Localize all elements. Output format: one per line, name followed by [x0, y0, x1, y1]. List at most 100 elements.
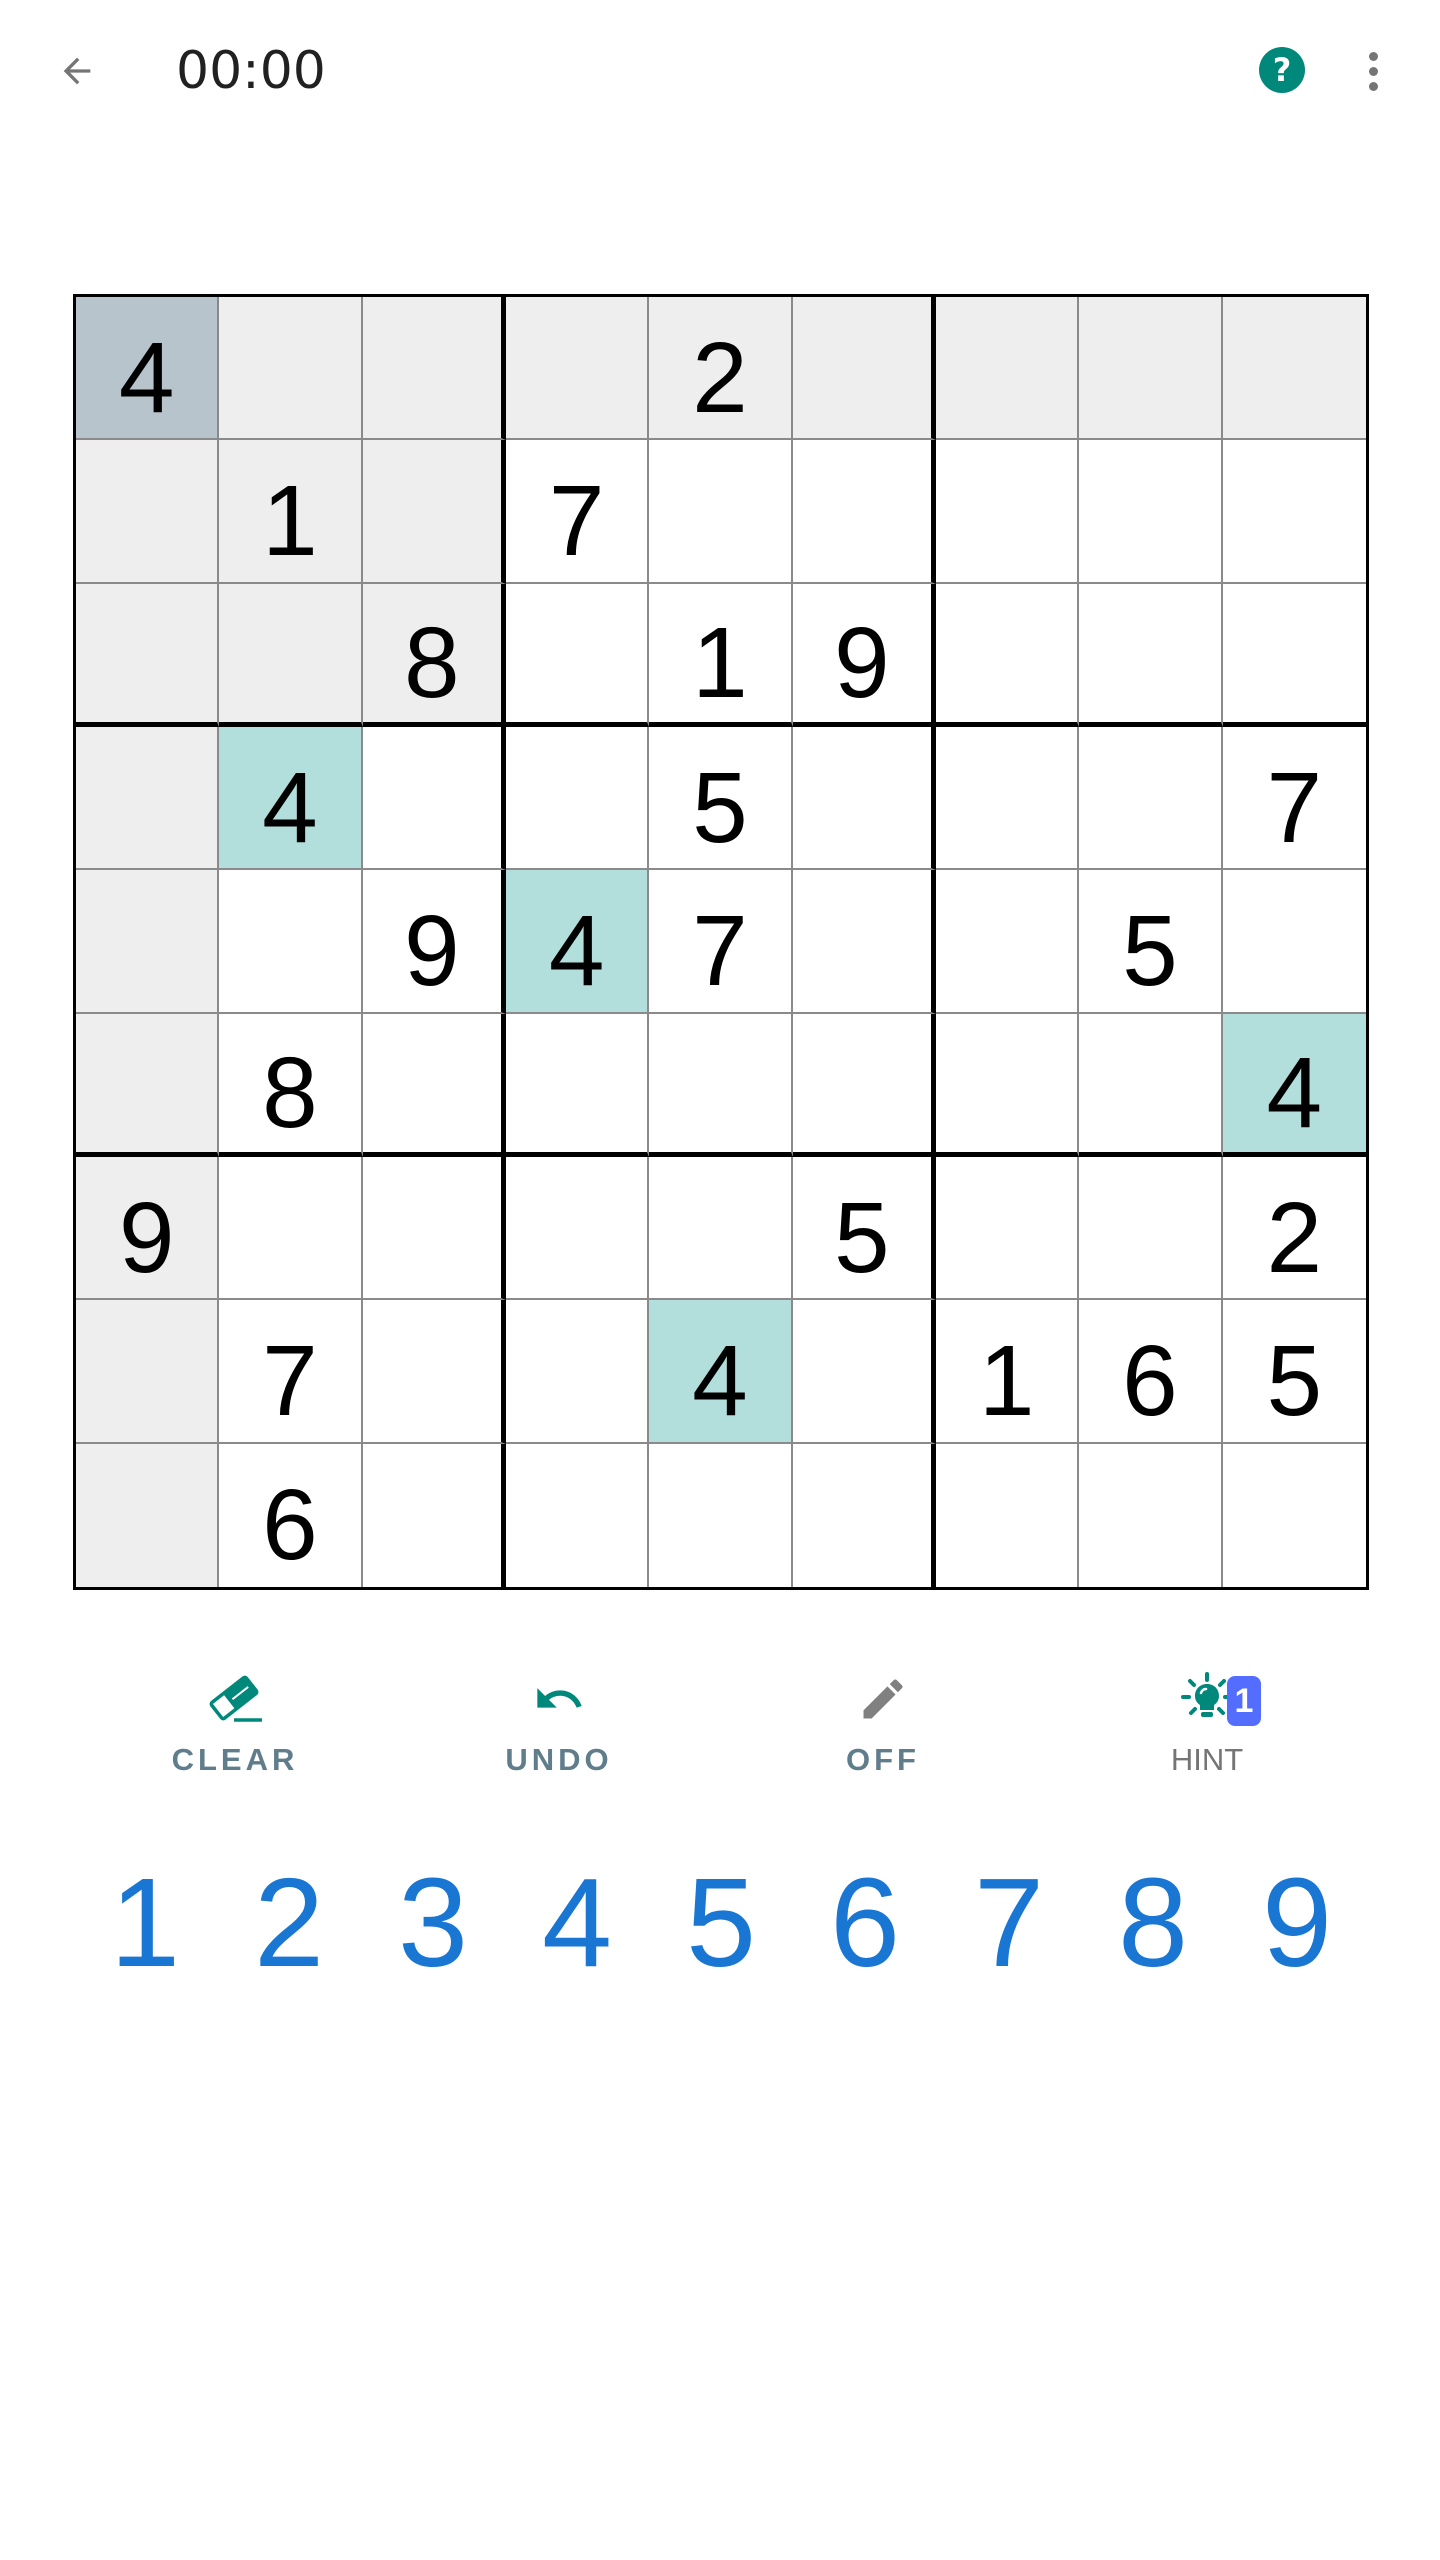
- numpad-key-5[interactable]: 5: [649, 1858, 793, 1988]
- board-cell-r3c7[interactable]: [935, 583, 1080, 727]
- board-cell-r1c5[interactable]: 2: [649, 297, 793, 441]
- board-cell-r5c1[interactable]: [76, 870, 220, 1014]
- board-cell-r2c8[interactable]: [1079, 440, 1223, 584]
- numpad-key-6[interactable]: 6: [793, 1858, 937, 1988]
- board-cell-r8c4[interactable]: [505, 1300, 650, 1444]
- board-cell-r2c5[interactable]: [649, 440, 793, 584]
- board-cell-r1c9[interactable]: [1222, 297, 1366, 441]
- board-cell-r8c3[interactable]: [362, 1300, 506, 1444]
- notes-toggle-button[interactable]: OFF: [721, 1668, 1045, 1788]
- board-cell-r3c5[interactable]: 1: [649, 583, 793, 727]
- board-cell-r4c3[interactable]: [362, 726, 506, 871]
- board-cell-r3c2[interactable]: [219, 583, 363, 727]
- board-cell-r6c4[interactable]: [505, 1013, 650, 1157]
- clear-button[interactable]: CLEAR: [73, 1668, 397, 1788]
- board-cell-r9c8[interactable]: [1079, 1443, 1223, 1587]
- numpad-key-1[interactable]: 1: [73, 1858, 217, 1988]
- board-cell-r4c4[interactable]: [505, 726, 650, 871]
- numpad-key-9[interactable]: 9: [1225, 1858, 1369, 1988]
- back-button[interactable]: [50, 44, 104, 98]
- board-cell-r9c5[interactable]: [649, 1443, 793, 1587]
- board-cell-r2c6[interactable]: [792, 440, 936, 584]
- numpad-key-3[interactable]: 3: [361, 1858, 505, 1988]
- board-cell-r6c2[interactable]: 8: [219, 1013, 363, 1157]
- board-cell-r4c8[interactable]: [1079, 726, 1223, 871]
- board-cell-r4c7[interactable]: [935, 726, 1080, 871]
- board-cell-r2c4[interactable]: 7: [505, 440, 650, 584]
- board-cell-r7c2[interactable]: [219, 1156, 363, 1301]
- board-cell-r5c5[interactable]: 7: [649, 870, 793, 1014]
- board-cell-r6c7[interactable]: [935, 1013, 1080, 1157]
- board-cell-r2c2[interactable]: 1: [219, 440, 363, 584]
- board-cell-r5c7[interactable]: [935, 870, 1080, 1014]
- board-cell-r6c3[interactable]: [362, 1013, 506, 1157]
- board-cell-r8c6[interactable]: [792, 1300, 936, 1444]
- board-cell-r3c1[interactable]: [76, 583, 220, 727]
- board-cell-r9c4[interactable]: [505, 1443, 650, 1587]
- board-cell-r7c9[interactable]: 2: [1222, 1156, 1366, 1301]
- numpad-key-8[interactable]: 8: [1081, 1858, 1225, 1988]
- board-cell-r6c9[interactable]: 4: [1222, 1013, 1366, 1157]
- board-cell-r9c9[interactable]: [1222, 1443, 1366, 1587]
- board-cell-r2c9[interactable]: [1222, 440, 1366, 584]
- board-cell-r1c7[interactable]: [935, 297, 1080, 441]
- board-cell-r3c6[interactable]: 9: [792, 583, 936, 727]
- board-cell-r1c3[interactable]: [362, 297, 506, 441]
- board-cell-r7c7[interactable]: [935, 1156, 1080, 1301]
- board-cell-r6c8[interactable]: [1079, 1013, 1223, 1157]
- board-cell-r7c1[interactable]: 9: [76, 1156, 220, 1301]
- numpad-key-4[interactable]: 4: [505, 1858, 649, 1988]
- board-cell-r5c3[interactable]: 9: [362, 870, 506, 1014]
- board-cell-r6c5[interactable]: [649, 1013, 793, 1157]
- board-cell-r1c1[interactable]: 4: [76, 297, 220, 441]
- board-cell-r5c9[interactable]: [1222, 870, 1366, 1014]
- board-cell-r1c6[interactable]: [792, 297, 936, 441]
- more-options-button[interactable]: [1350, 44, 1396, 98]
- board-cell-r9c6[interactable]: [792, 1443, 936, 1587]
- board-cell-r8c9[interactable]: 5: [1222, 1300, 1366, 1444]
- board-cell-r3c3[interactable]: 8: [362, 583, 506, 727]
- board-cell-r3c8[interactable]: [1079, 583, 1223, 727]
- hint-button[interactable]: 1 HINT: [1045, 1668, 1369, 1788]
- board-cell-r1c4[interactable]: [505, 297, 650, 441]
- board-cell-r7c5[interactable]: [649, 1156, 793, 1301]
- board-cell-r3c9[interactable]: [1222, 583, 1366, 727]
- board-cell-r5c6[interactable]: [792, 870, 936, 1014]
- help-button[interactable]: ?: [1259, 47, 1305, 93]
- board-cell-r9c7[interactable]: [935, 1443, 1080, 1587]
- number-pad: 1 2 3 4 5 6 7 8 9: [73, 1858, 1369, 1988]
- board-cell-r2c3[interactable]: [362, 440, 506, 584]
- board-cell-r9c1[interactable]: [76, 1443, 220, 1587]
- board-cell-r4c9[interactable]: 7: [1222, 726, 1366, 871]
- board-cell-r8c2[interactable]: 7: [219, 1300, 363, 1444]
- board-cell-r1c8[interactable]: [1079, 297, 1223, 441]
- board-cell-r7c4[interactable]: [505, 1156, 650, 1301]
- cell-value: 6: [262, 1469, 318, 1582]
- board-cell-r5c8[interactable]: 5: [1079, 870, 1223, 1014]
- board-cell-r8c1[interactable]: [76, 1300, 220, 1444]
- board-cell-r6c6[interactable]: [792, 1013, 936, 1157]
- board-cell-r3c4[interactable]: [505, 583, 650, 727]
- board-cell-r4c5[interactable]: 5: [649, 726, 793, 871]
- board-cell-r7c8[interactable]: [1079, 1156, 1223, 1301]
- board-cell-r9c2[interactable]: 6: [219, 1443, 363, 1587]
- numpad-key-7[interactable]: 7: [937, 1858, 1081, 1988]
- cell-value: 4: [262, 751, 318, 864]
- undo-button[interactable]: UNDO: [397, 1668, 721, 1788]
- board-cell-r8c5[interactable]: 4: [649, 1300, 793, 1444]
- board-cell-r4c2[interactable]: 4: [219, 726, 363, 871]
- board-cell-r5c4[interactable]: 4: [505, 870, 650, 1014]
- board-cell-r8c7[interactable]: 1: [935, 1300, 1080, 1444]
- board-cell-r1c2[interactable]: [219, 297, 363, 441]
- board-cell-r8c8[interactable]: 6: [1079, 1300, 1223, 1444]
- board-cell-r7c6[interactable]: 5: [792, 1156, 936, 1301]
- board-cell-r4c6[interactable]: [792, 726, 936, 871]
- board-cell-r2c7[interactable]: [935, 440, 1080, 584]
- board-cell-r9c3[interactable]: [362, 1443, 506, 1587]
- board-cell-r2c1[interactable]: [76, 440, 220, 584]
- board-cell-r5c2[interactable]: [219, 870, 363, 1014]
- board-cell-r6c1[interactable]: [76, 1013, 220, 1157]
- board-cell-r4c1[interactable]: [76, 726, 220, 871]
- numpad-key-2[interactable]: 2: [217, 1858, 361, 1988]
- board-cell-r7c3[interactable]: [362, 1156, 506, 1301]
